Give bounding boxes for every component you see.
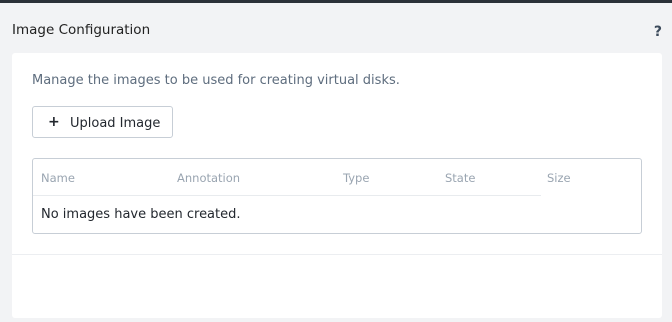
- section-header: Image Configuration ?: [12, 22, 662, 42]
- image-config-panel: Manage the images to be used for creatin…: [12, 53, 662, 318]
- description-text: Manage the images to be used for creatin…: [32, 73, 400, 88]
- column-header-state[interactable]: State: [445, 171, 475, 185]
- column-header-annotation[interactable]: Annotation: [177, 171, 240, 185]
- empty-table-message: No images have been created.: [41, 207, 241, 222]
- column-header-type[interactable]: Type: [343, 171, 369, 185]
- top-bar: [0, 0, 672, 3]
- table-header: Name Annotation Type State Size: [33, 159, 571, 196]
- panel-divider: [12, 254, 662, 255]
- images-table: Name Annotation Type State Size No image…: [32, 158, 642, 234]
- help-icon[interactable]: ?: [654, 24, 662, 40]
- upload-image-label: Upload Image: [70, 116, 161, 131]
- plus-icon: +: [48, 114, 60, 130]
- upload-image-button[interactable]: + Upload Image: [32, 106, 173, 138]
- column-header-size[interactable]: Size: [547, 171, 571, 185]
- column-header-name[interactable]: Name: [41, 171, 75, 185]
- page-title: Image Configuration: [12, 22, 151, 38]
